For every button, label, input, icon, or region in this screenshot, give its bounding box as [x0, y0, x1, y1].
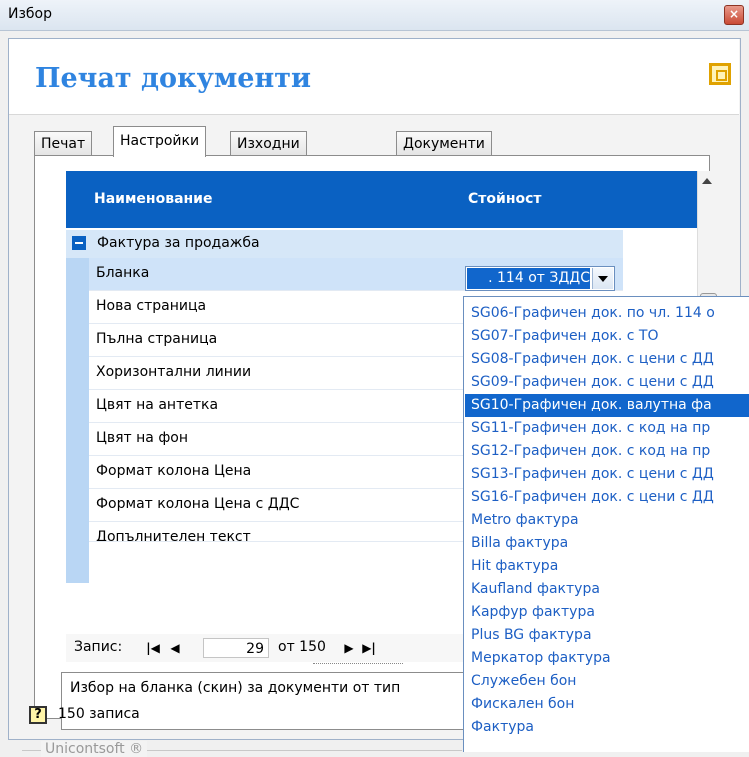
group-indent [66, 258, 89, 583]
template-select-value: . 114 от ЗДДС [467, 268, 590, 289]
dropdown-option[interactable]: Фактура [465, 716, 749, 739]
column-header-value: Стойност [468, 191, 542, 207]
collapse-icon[interactable] [72, 236, 86, 250]
description-text: Избор на бланка (скин) за документи от т… [70, 680, 401, 696]
dropdown-option[interactable]: Plus BG фактура [465, 624, 749, 647]
row-label: Формат колона Цена с ДДС [96, 496, 300, 512]
tab-documents[interactable]: Документи [396, 131, 492, 155]
row-label: Пълна страница [96, 331, 218, 347]
window-title: Избор [8, 6, 53, 22]
dropdown-option[interactable]: SG07-Графичен док. с ТО [465, 325, 749, 348]
help-icon[interactable]: ? [29, 706, 47, 724]
record-navigator: Запис: |◀ ◀ 29 от 150 ▶ ▶| [66, 634, 498, 662]
row-label: Допълнителен текст [96, 529, 251, 542]
tab-settings[interactable]: Настройки [113, 126, 207, 157]
group-row-invoice[interactable]: Фактура за продажба [66, 230, 623, 258]
tab-output-reports[interactable]: Изходни справки [230, 131, 307, 176]
column-header-name: Наименование [94, 191, 213, 207]
dropdown-option[interactable]: SG11-Графичен док. с код на пр [465, 417, 749, 440]
page-header: Печат документи [9, 39, 739, 115]
template-dropdown-list: SG06-Графичен док. по чл. 114 о SG07-Гра… [463, 296, 749, 752]
row-label: Хоризонтални линии [96, 364, 252, 380]
row-label: Формат колона Цена [96, 463, 252, 479]
dropdown-option[interactable]: Карфур фактура [465, 601, 749, 624]
group-label: Фактура за продажба [97, 235, 260, 251]
close-button[interactable]: × [724, 5, 744, 25]
window-titlebar: Избор × [0, 0, 749, 31]
dropdown-option[interactable]: Фискален бон [465, 693, 749, 716]
dropdown-option[interactable]: SG13-Графичен док. с цени с ДД [465, 463, 749, 486]
row-label: Нова страница [96, 298, 207, 314]
row-label: Цвят на фон [96, 430, 189, 446]
dropdown-option[interactable]: Hit фактура [465, 555, 749, 578]
grid-header: Наименование Стойност [66, 171, 697, 228]
first-record-icon[interactable]: |◀ [142, 639, 164, 657]
dropdown-option[interactable]: SG09-Графичен док. с цени с ДД [465, 371, 749, 394]
dropdown-option[interactable]: Metro фактура [465, 509, 749, 532]
record-label: Запис: [74, 639, 123, 655]
page-title: Печат документи [35, 63, 311, 94]
record-count: 150 записа [58, 706, 140, 722]
row-label: Бланка [96, 265, 150, 281]
dropdown-option-highlighted[interactable]: SG10-Графичен док. валутна фа [465, 394, 749, 417]
app-logo-icon [709, 63, 731, 85]
record-number-input[interactable]: 29 [203, 638, 269, 658]
scroll-up-icon[interactable] [702, 178, 712, 184]
prev-record-icon[interactable]: ◀ [166, 639, 184, 657]
tab-print[interactable]: Печат [34, 131, 93, 155]
dropdown-option[interactable]: Служебен бон [465, 670, 749, 693]
template-select[interactable]: . 114 от ЗДДС [465, 266, 615, 291]
dropdown-option[interactable]: SG12-Графичен док. с код на пр [465, 440, 749, 463]
dropdown-option[interactable]: SG08-Графичен док. с цени с ДД [465, 348, 749, 371]
next-record-icon[interactable]: ▶ [340, 639, 358, 657]
dropdown-option[interactable]: SG16-Графичен док. с цени с ДД [465, 486, 749, 509]
dropdown-arrow-icon[interactable] [592, 268, 613, 289]
dropdown-option[interactable]: Меркатор фактура [465, 647, 749, 670]
brand-label: Unicontsoft ® [41, 741, 148, 757]
record-total: от 150 [278, 639, 326, 655]
dropdown-option[interactable]: Billa фактура [465, 532, 749, 555]
dropdown-option[interactable]: SG06-Графичен док. по чл. 114 о [465, 302, 749, 325]
last-record-icon[interactable]: ▶| [358, 639, 380, 657]
row-label: Цвят на антетка [96, 397, 219, 413]
dropdown-option[interactable]: Kaufland фактура [465, 578, 749, 601]
horizontal-scroll-indicator[interactable] [313, 663, 403, 670]
